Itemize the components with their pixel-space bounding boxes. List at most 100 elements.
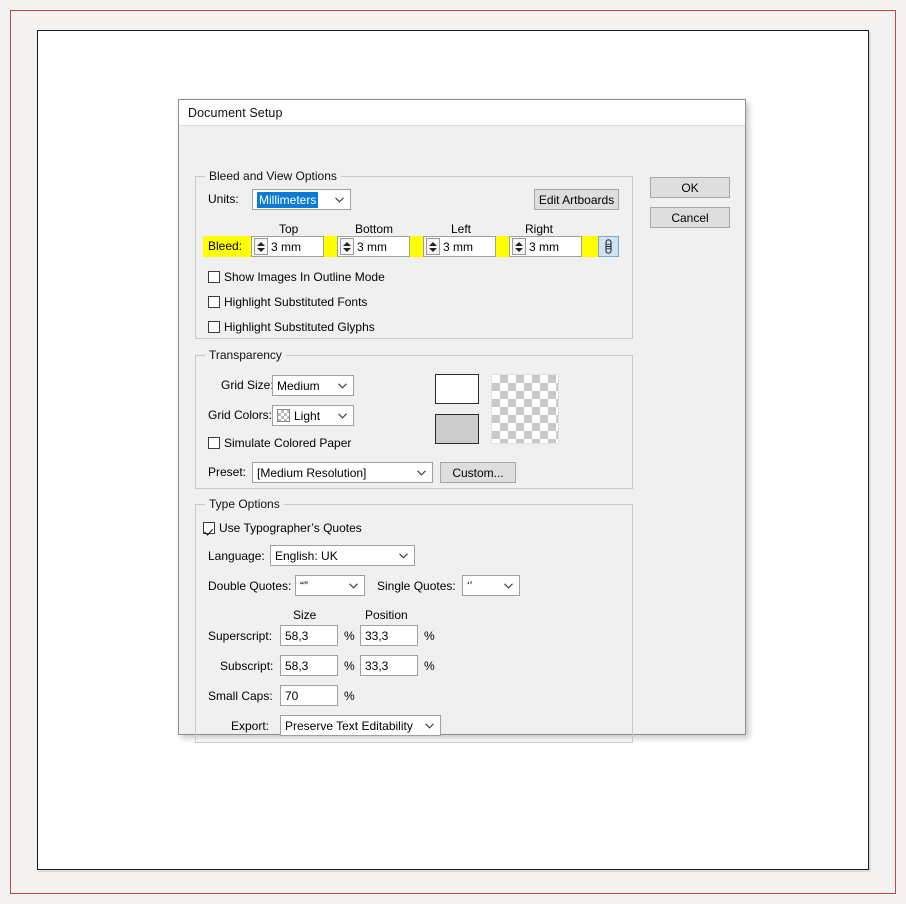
- checkbox-show-images-outline[interactable]: Show Images In Outline Mode: [208, 270, 385, 284]
- double-quotes-label: Double Quotes:: [208, 579, 292, 593]
- bleed-col-bottom-header: Bottom: [355, 222, 394, 236]
- superscript-label: Superscript:: [208, 629, 273, 643]
- checkbox-box: [203, 522, 215, 534]
- edit-artboards-label: Edit Artboards: [538, 192, 615, 207]
- bleed-right-field[interactable]: 3 mm: [509, 236, 582, 257]
- small-caps-size-input[interactable]: 70: [280, 685, 338, 706]
- units-value: Millimeters: [257, 191, 319, 208]
- bleed-link-toggle[interactable]: [598, 236, 619, 257]
- bleed-bottom-stepper-icon[interactable]: [340, 238, 354, 255]
- small-caps-label: Small Caps:: [208, 689, 273, 703]
- custom-button-label: Custom...: [452, 465, 504, 480]
- checkbox-label: Use Typographer’s Quotes: [219, 521, 362, 535]
- bleed-bottom-field[interactable]: 3 mm: [337, 236, 410, 257]
- small-caps-size-value: 70: [285, 688, 299, 703]
- position-col-header: Position: [365, 608, 408, 622]
- bleed-left-field[interactable]: 3 mm: [423, 236, 496, 257]
- grid-colors-select[interactable]: Light: [272, 405, 354, 426]
- transparency-group-legend: Transparency: [205, 348, 286, 362]
- checkbox-box: [208, 321, 220, 333]
- chevron-down-icon: [412, 463, 430, 482]
- bleed-top-value: 3 mm: [271, 239, 301, 254]
- type-options-group: Type Options: [195, 497, 633, 743]
- chevron-down-icon: [333, 376, 351, 395]
- bleed-top-stepper-icon[interactable]: [254, 238, 268, 255]
- chevron-down-icon: [333, 406, 351, 425]
- cancel-button-label: Cancel: [671, 210, 709, 225]
- superscript-position-value: 33,3: [365, 628, 389, 643]
- double-quotes-value: “”: [300, 578, 308, 593]
- bleed-bottom-value: 3 mm: [357, 239, 387, 254]
- export-value: Preserve Text Editability: [285, 718, 413, 733]
- small-caps-percent: %: [344, 689, 355, 703]
- units-label: Units:: [208, 192, 239, 206]
- type-group-legend: Type Options: [205, 497, 284, 511]
- subscript-position-value: 33,3: [365, 658, 389, 673]
- checkbox-simulate-colored-paper[interactable]: Simulate Colored Paper: [208, 436, 351, 450]
- export-label: Export:: [231, 719, 270, 733]
- checkbox-label: Highlight Substituted Glyphs: [224, 320, 375, 334]
- transparency-swatch-top[interactable]: [435, 374, 479, 404]
- single-quotes-select[interactable]: ‘’: [462, 575, 520, 596]
- superscript-size-value: 58,3: [285, 628, 309, 643]
- checkbox-box: [208, 296, 220, 308]
- checkbox-highlight-substituted-glyphs[interactable]: Highlight Substituted Glyphs: [208, 320, 375, 334]
- dialog-titlebar: Document Setup: [179, 100, 745, 126]
- subscript-size-input[interactable]: 58,3: [280, 655, 338, 676]
- export-select[interactable]: Preserve Text Editability: [280, 715, 441, 736]
- subscript-size-percent: %: [344, 659, 355, 673]
- custom-transparency-button[interactable]: Custom...: [440, 462, 516, 483]
- transparency-swatch-bottom[interactable]: [435, 414, 479, 444]
- bleed-label: Bleed:: [208, 239, 243, 253]
- language-label: Language:: [208, 549, 265, 563]
- checkbox-box: [208, 271, 220, 283]
- edit-artboards-button[interactable]: Edit Artboards: [534, 189, 619, 210]
- checkerboard-swatch-icon: [277, 409, 290, 422]
- subscript-size-value: 58,3: [285, 658, 309, 673]
- grid-size-value: Medium: [277, 378, 320, 393]
- bleed-col-left-header: Left: [451, 222, 472, 236]
- cancel-button[interactable]: Cancel: [650, 207, 730, 228]
- ok-button-label: OK: [681, 180, 699, 195]
- superscript-position-input[interactable]: 33,3: [360, 625, 418, 646]
- grid-size-select[interactable]: Medium: [272, 375, 354, 396]
- bleed-group-legend: Bleed and View Options: [205, 169, 341, 183]
- checkbox-highlight-substituted-fonts[interactable]: Highlight Substituted Fonts: [208, 295, 367, 309]
- grid-colors-value: Light: [294, 408, 321, 423]
- chain-link-icon: [605, 239, 612, 254]
- bleed-left-stepper-icon[interactable]: [426, 238, 440, 255]
- subscript-position-percent: %: [424, 659, 435, 673]
- units-select[interactable]: Millimeters: [252, 189, 351, 210]
- bleed-col-top-header: Top: [279, 222, 299, 236]
- size-col-header: Size: [293, 608, 317, 622]
- checkbox-use-typographers-quotes[interactable]: Use Typographer’s Quotes: [203, 521, 362, 535]
- document-setup-dialog: Document Setup OK Cancel Bleed and View …: [178, 99, 746, 743]
- chevron-down-icon: [330, 190, 348, 209]
- subscript-label: Subscript:: [220, 659, 274, 673]
- single-quotes-label: Single Quotes:: [377, 579, 456, 593]
- bleed-right-stepper-icon[interactable]: [512, 238, 526, 255]
- units-row: Units:: [208, 192, 250, 206]
- bleed-col-right-header: Right: [525, 222, 554, 236]
- chevron-down-icon: [344, 576, 362, 595]
- superscript-size-percent: %: [344, 629, 355, 643]
- bleed-right-value: 3 mm: [529, 239, 559, 254]
- language-value: English: UK: [275, 548, 338, 563]
- ok-button[interactable]: OK: [650, 177, 730, 198]
- transparency-grid-preview: [491, 374, 559, 444]
- transparency-preset-value: [Medium Resolution]: [257, 465, 367, 480]
- transparency-preset-select[interactable]: [Medium Resolution]: [252, 462, 433, 483]
- chevron-down-icon: [394, 546, 412, 565]
- single-quotes-value: ‘’: [467, 578, 473, 593]
- superscript-position-percent: %: [424, 629, 435, 643]
- double-quotes-select[interactable]: “”: [295, 575, 365, 596]
- language-select[interactable]: English: UK: [270, 545, 415, 566]
- dialog-title: Document Setup: [188, 105, 283, 120]
- grid-colors-label: Grid Colors:: [208, 408, 273, 422]
- bleed-top-field[interactable]: 3 mm: [251, 236, 324, 257]
- checkbox-label: Highlight Substituted Fonts: [224, 295, 368, 309]
- chevron-down-icon: [499, 576, 517, 595]
- superscript-size-input[interactable]: 58,3: [280, 625, 338, 646]
- bleed-left-value: 3 mm: [443, 239, 473, 254]
- subscript-position-input[interactable]: 33,3: [360, 655, 418, 676]
